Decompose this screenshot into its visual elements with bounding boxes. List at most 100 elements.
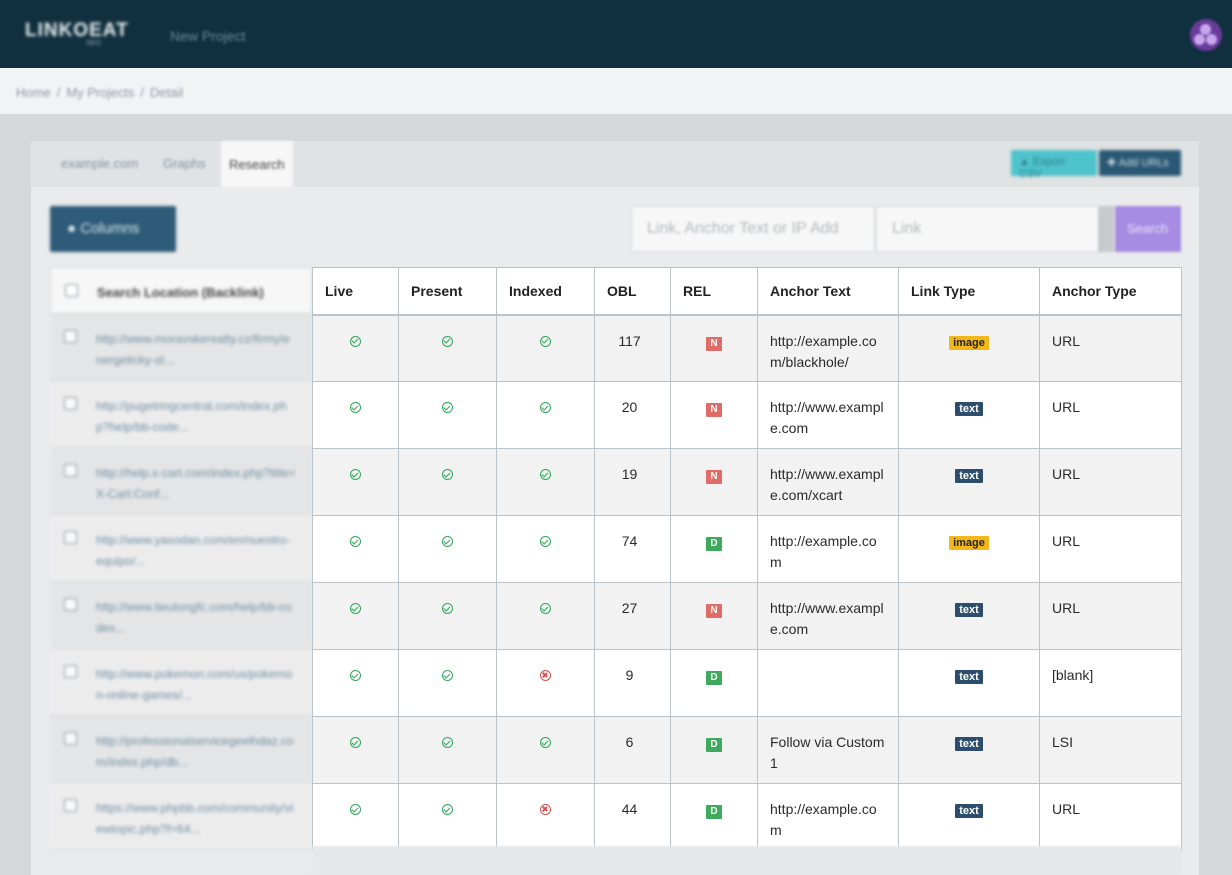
live-check-icon [350, 536, 361, 547]
add-urls-button[interactable]: ✚ Add URLs [1099, 150, 1181, 176]
present-cell [398, 515, 497, 583]
location-row: http://pugetringcentral.com/index.php?he… [50, 381, 312, 448]
breadcrumb-separator: / [56, 85, 61, 100]
table-row: 74 Dhttp://example.com image URL [312, 515, 1182, 583]
user-avatar[interactable] [1190, 19, 1222, 51]
column-header-anchor-type[interactable]: Anchor Type [1039, 267, 1182, 316]
search-input[interactable]: Link, Anchor Text or IP Add [631, 206, 875, 252]
tab-domain[interactable]: example.com [61, 156, 138, 171]
anchor-type-cell: [blank] [1039, 649, 1182, 717]
backlink-url[interactable]: http://help.x-cart.com/index.php?title=X… [96, 463, 296, 505]
obl-cell: 117 [594, 314, 671, 382]
rel-cell: D [670, 515, 758, 583]
live-cell [312, 515, 399, 583]
location-row: http://help.x-cart.com/index.php?title=X… [50, 448, 312, 515]
backlink-url[interactable]: https://www.phpbb.com/community/viewtopi… [96, 798, 296, 840]
anchor-type-cell: LSI [1039, 716, 1182, 784]
backlink-url[interactable]: http://www.yasodan.com/en/nuestro-equipo… [96, 530, 296, 572]
columns-button[interactable]: ● Columns [50, 206, 176, 252]
column-header-obl[interactable]: OBL [594, 267, 671, 316]
breadcrumb-my-projects[interactable]: My Projects [66, 85, 134, 100]
indexed-cell [496, 582, 595, 650]
column-header-present[interactable]: Present [398, 267, 497, 316]
search-field-select[interactable]: Link [876, 206, 1114, 252]
search-button[interactable]: Search [1115, 206, 1181, 252]
export-csv-button[interactable]: ▲ Export CSV [1011, 150, 1097, 180]
row-checkbox[interactable] [64, 732, 77, 745]
backlink-url[interactable]: http://pugetringcentral.com/index.php?he… [96, 396, 296, 438]
anchor-text-cell [757, 649, 899, 717]
live-cell [312, 582, 399, 650]
breadcrumb-home[interactable]: Home [16, 85, 51, 100]
obl-cell: 74 [594, 515, 671, 583]
column-header-anchor-text[interactable]: Anchor Text [757, 267, 899, 316]
row-checkbox[interactable] [64, 799, 77, 812]
table-overflow-row [312, 846, 1181, 875]
location-row: https://www.phpbb.com/community/viewtopi… [50, 783, 312, 850]
live-check-icon [350, 402, 361, 413]
row-checkbox[interactable] [64, 397, 77, 410]
backlink-url[interactable]: http://www.tieulongfc.com/help/bb-codes.… [96, 597, 296, 639]
column-header-link-type[interactable]: Link Type [898, 267, 1040, 316]
app-logo-sub: SEO [86, 40, 101, 47]
indexed-cell [496, 381, 595, 449]
backlink-url[interactable]: http://www.moravskerealty.cz/firmy/energ… [96, 329, 296, 371]
anchor-type-cell: URL [1039, 582, 1182, 650]
rel-badge: D [706, 537, 722, 551]
table-row: 20 Nhttp://www.example.com text URL [312, 381, 1182, 449]
frozen-location-column: Search Location (Backlink) http://www.mo… [50, 267, 312, 875]
app-logo[interactable]: LINKOEAT [25, 20, 129, 42]
row-checkbox[interactable] [64, 665, 77, 678]
indexed-cell [496, 314, 595, 382]
rel-badge: N [706, 336, 722, 351]
indexed-check-icon [540, 737, 551, 748]
anchor-text-cell: http://www.example.com/xcart [757, 448, 899, 516]
link-type-badge: text [955, 737, 983, 751]
live-check-icon [350, 335, 361, 347]
row-checkbox[interactable] [64, 330, 77, 343]
new-project-link[interactable]: New Project [170, 28, 245, 44]
indexed-cell [496, 716, 595, 784]
live-cell [312, 314, 399, 382]
present-check-icon [442, 335, 453, 347]
column-header-live[interactable]: Live [312, 267, 399, 316]
breadcrumb: Home / My Projects / Detail [16, 85, 183, 100]
live-check-icon [350, 670, 361, 681]
indexed-cell [496, 783, 595, 851]
anchor-text-cell: http://www.example.com [757, 582, 899, 650]
tab-graphs[interactable]: Graphs [163, 156, 206, 171]
column-header-rel[interactable]: REL [670, 267, 758, 316]
backlink-url[interactable]: http://www.pokemon.com/us/pokemon-online… [96, 664, 296, 706]
indexed-check-icon [540, 335, 551, 347]
row-checkbox[interactable] [64, 598, 77, 611]
obl-cell: 6 [594, 716, 671, 784]
present-check-icon [442, 670, 453, 681]
rel-cell: N [670, 582, 758, 650]
link-type-cell: text [898, 582, 1040, 650]
rel-badge: D [706, 671, 722, 685]
rel-badge: N [706, 403, 722, 417]
live-check-icon [350, 737, 361, 748]
obl-cell: 44 [594, 783, 671, 851]
tab-research[interactable]: Research [221, 141, 293, 187]
select-all-checkbox[interactable] [65, 284, 78, 297]
column-header-indexed[interactable]: Indexed [496, 267, 595, 316]
indexed-cell [496, 649, 595, 717]
location-header-label[interactable]: Search Location (Backlink) [97, 285, 264, 300]
rel-cell: N [670, 314, 758, 382]
row-checkbox[interactable] [64, 464, 77, 477]
row-checkbox[interactable] [64, 531, 77, 544]
rel-badge: D [706, 738, 722, 752]
chevron-down-icon[interactable] [1098, 206, 1114, 252]
obl-cell: 9 [594, 649, 671, 717]
indexed-cross-icon [540, 670, 551, 681]
rel-cell: D [670, 783, 758, 851]
anchor-type-cell: URL [1039, 314, 1182, 382]
present-check-icon [442, 536, 453, 547]
indexed-check-icon [540, 536, 551, 547]
location-row: http://professionalservicegeelhdaz.com/i… [50, 716, 312, 783]
anchor-type-cell: URL [1039, 448, 1182, 516]
rel-cell: D [670, 649, 758, 717]
backlink-url[interactable]: http://professionalservicegeelhdaz.com/i… [96, 731, 296, 773]
tab-bar: example.com Graphs Research ▲ Export CSV… [31, 141, 1199, 187]
